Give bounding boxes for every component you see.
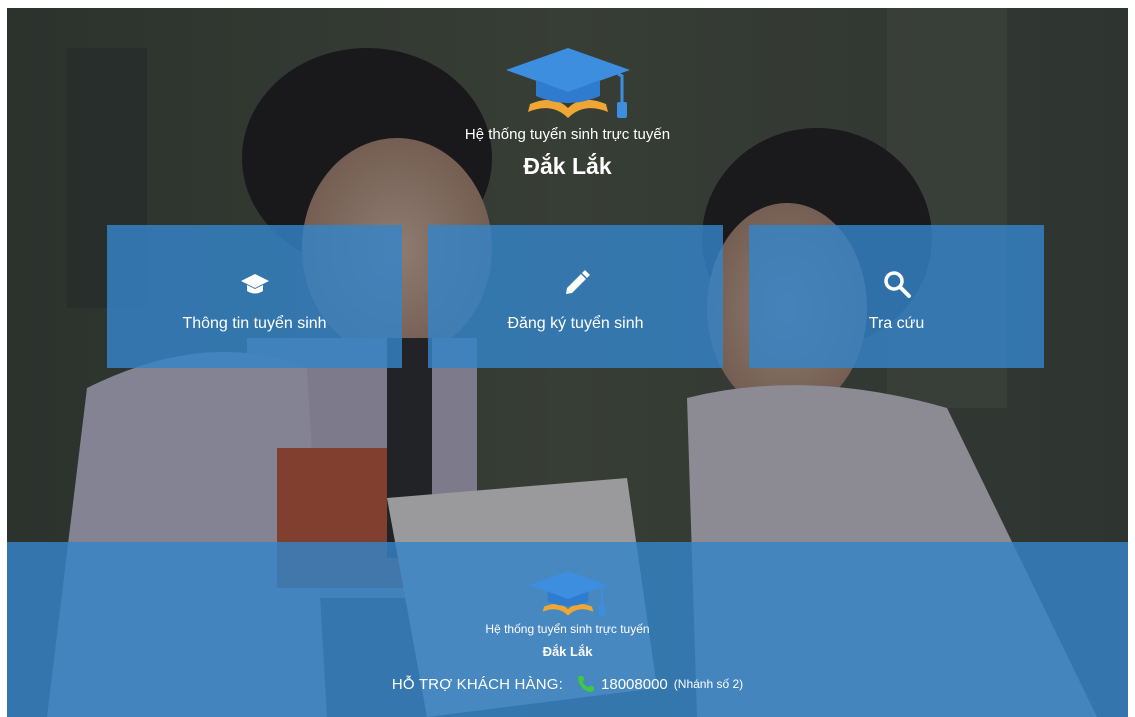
page-frame: Hệ thống tuyển sinh trực tuyến Đắk Lắk T… xyxy=(7,8,1128,717)
support-phone-branch: (Nhánh số 2) xyxy=(673,677,744,691)
search-icon xyxy=(749,269,1044,299)
support-row: HỖ TRỢ KHÁCH HÀNG: 18008000 (Nhánh số 2) xyxy=(7,675,1128,693)
tile-admission-info[interactable]: Thông tin tuyển sinh xyxy=(107,225,402,368)
graduation-cap-logo-icon xyxy=(505,48,630,118)
footer-title: Đắk Lắk xyxy=(542,644,593,659)
tile-label: Thông tin tuyển sinh xyxy=(182,315,327,332)
graduation-cap-logo-icon xyxy=(528,571,607,616)
phone-icon xyxy=(578,676,595,692)
header-brand: Hệ thống tuyển sinh trực tuyến Đắk Lắk xyxy=(7,46,1128,180)
support-label: HỖ TRỢ KHÁCH HÀNG: xyxy=(391,675,564,693)
brand-subtitle: Hệ thống tuyển sinh trực tuyến xyxy=(464,126,671,143)
graduation-cap-icon xyxy=(107,269,402,299)
brand-title: Đắk Lắk xyxy=(523,153,612,179)
support-phone-number[interactable]: 18008000 xyxy=(601,676,668,693)
tile-admission-register[interactable]: Đăng ký tuyển sinh xyxy=(428,225,723,368)
footer-subtitle: Hệ thống tuyển sinh trực tuyến xyxy=(485,622,650,636)
tile-lookup[interactable]: Tra cứu xyxy=(749,225,1044,368)
tile-label: Đăng ký tuyển sinh xyxy=(507,315,644,332)
tile-label: Tra cứu xyxy=(868,315,925,332)
footer: Hệ thống tuyển sinh trực tuyến Đắk Lắk H… xyxy=(7,542,1128,717)
pencil-icon xyxy=(428,269,723,299)
